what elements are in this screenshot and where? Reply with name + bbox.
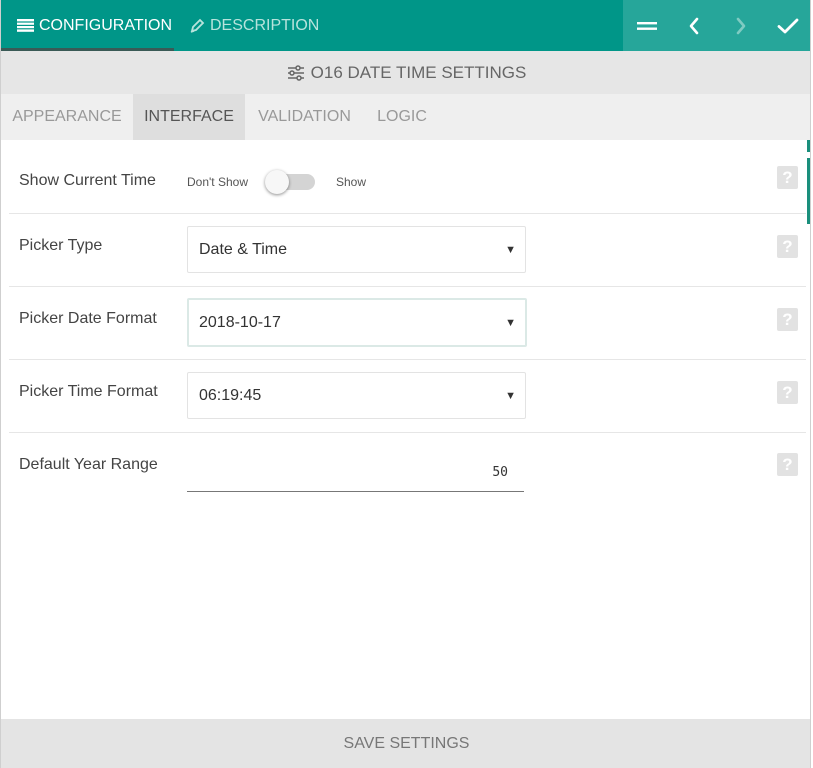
default-year-range-input[interactable]: 50 — [187, 454, 524, 492]
picker-type-row: Picker Type Date & Time ▼ ? — [9, 213, 806, 287]
settings-title-bar: O16 DATE TIME SETTINGS — [1, 51, 810, 94]
background-edge-accent — [807, 158, 810, 224]
chevron-right-icon — [736, 17, 746, 34]
help-icon[interactable]: ? — [777, 166, 798, 189]
picker-time-format-select[interactable]: 06:19:45 ▼ — [187, 372, 526, 419]
help-icon[interactable]: ? — [777, 308, 798, 331]
check-icon — [777, 18, 799, 33]
picker-date-format-row: Picker Date Format 2018-10-17 ▼ ? — [9, 286, 806, 360]
picker-type-value: Date & Time — [199, 240, 288, 258]
sliders-icon — [287, 64, 305, 81]
show-current-time-label: Show Current Time — [19, 172, 156, 189]
previous-button[interactable] — [670, 0, 717, 51]
picker-time-format-value: 06:19:45 — [199, 386, 262, 404]
show-current-time-row: Show Current Time Don't Show Show ? — [9, 140, 806, 214]
help-icon[interactable]: ? — [777, 453, 798, 476]
list-icon — [17, 19, 34, 32]
toggle-knob[interactable] — [265, 170, 289, 194]
tab-logic[interactable]: LOGIC — [364, 94, 440, 140]
background-edge-accent — [807, 140, 810, 152]
picker-date-format-select[interactable]: 2018-10-17 ▼ — [187, 298, 527, 347]
save-settings-label: SAVE SETTINGS — [343, 734, 470, 752]
tab-validation[interactable]: VALIDATION — [245, 94, 364, 140]
picker-date-format-value: 2018-10-17 — [199, 313, 281, 331]
help-icon[interactable]: ? — [777, 381, 798, 404]
action-bar — [623, 0, 810, 51]
toggle-off-label: Don't Show — [187, 175, 248, 189]
menu-button[interactable] — [623, 0, 670, 51]
top-bar: CONFIGURATION DESCRIPTION — [1, 0, 810, 51]
dropdown-arrow-icon: ▼ — [505, 243, 516, 256]
tab-configuration-label: CONFIGURATION — [39, 16, 173, 34]
tab-description[interactable]: DESCRIPTION — [190, 0, 319, 51]
tab-interface[interactable]: INTERFACE — [133, 94, 245, 140]
default-year-range-label: Default Year Range — [19, 456, 158, 473]
menu-icon — [636, 21, 657, 30]
save-settings-button[interactable]: SAVE SETTINGS — [1, 719, 810, 768]
settings-tabs: APPEARANCE INTERFACE VALIDATION LOGIC — [1, 94, 810, 140]
dropdown-arrow-icon: ▼ — [505, 316, 516, 329]
confirm-button[interactable] — [765, 0, 810, 51]
next-button[interactable] — [718, 0, 765, 51]
pen-icon — [190, 18, 205, 33]
dropdown-arrow-icon: ▼ — [505, 389, 516, 402]
default-year-range-row: Default Year Range 50 ? — [9, 432, 806, 504]
tab-configuration[interactable]: CONFIGURATION — [1, 0, 174, 51]
tab-appearance[interactable]: APPEARANCE — [1, 94, 133, 140]
chevron-left-icon — [689, 17, 699, 34]
settings-panel: CONFIGURATION DESCRIPTION O16 DATE TIME … — [0, 0, 811, 768]
tab-description-label: DESCRIPTION — [210, 16, 320, 34]
picker-time-format-label: Picker Time Format — [19, 383, 158, 400]
picker-type-select[interactable]: Date & Time ▼ — [187, 226, 526, 273]
toggle-on-label: Show — [336, 175, 367, 189]
picker-date-format-label: Picker Date Format — [19, 310, 157, 327]
picker-type-label: Picker Type — [19, 237, 103, 254]
page-title: O16 DATE TIME SETTINGS — [310, 62, 527, 82]
help-icon[interactable]: ? — [777, 235, 798, 258]
picker-time-format-row: Picker Time Format 06:19:45 ▼ ? — [9, 359, 806, 433]
